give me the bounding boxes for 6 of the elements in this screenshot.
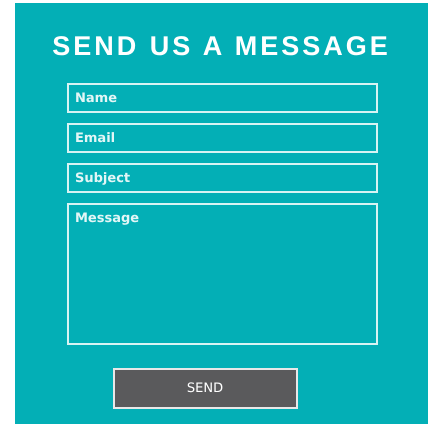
input-field[interactable]: Name bbox=[67, 83, 378, 113]
send-button[interactable]: SEND bbox=[112, 368, 298, 409]
message-field[interactable]: Message bbox=[67, 203, 378, 345]
input-field[interactable]: Email bbox=[67, 123, 378, 153]
form-title: SEND US A MESSAGE bbox=[51, 30, 392, 63]
input-field[interactable]: Subject bbox=[67, 163, 378, 193]
